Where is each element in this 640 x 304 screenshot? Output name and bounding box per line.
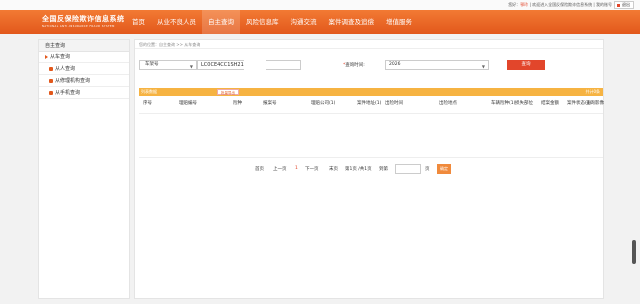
logout-label: 退出 (622, 2, 630, 7)
breadcrumb: 您的位置：自主查询 >> 从车查询 (135, 40, 603, 49)
caret-right-icon (45, 54, 48, 59)
goto-label: 到第 (379, 167, 388, 172)
col-settlement-amount: 结案金额 (541, 101, 559, 106)
search-type-value: 车架号 (145, 62, 159, 67)
result-count: 共计0条 (585, 89, 600, 94)
welcome-text: | 欢迎进入全国反保险欺诈信息系统 | (529, 2, 595, 7)
person-icon (49, 66, 53, 71)
batch-export-button[interactable]: 批量导出 (217, 89, 239, 95)
redaction-mask (244, 56, 266, 74)
chevron-down-icon: ▼ (189, 64, 193, 69)
go-button[interactable]: 确定 (437, 164, 451, 174)
col-vehicle-type: 车辆险种(1) (491, 101, 516, 106)
logo-title: 全国反保险欺诈信息系统 (42, 14, 125, 23)
table-header: 序号 理赔编号 险种 报案号 理赔公司(1) 案件地址(1) 出险时间 出险地点… (139, 96, 604, 114)
logout-icon (617, 3, 620, 7)
nav-item-risk-database[interactable]: 风险信息库 (240, 10, 285, 34)
sidebar-item-label: 从修理机构查询 (55, 78, 91, 84)
prev-page-link[interactable]: 上一页 (273, 166, 287, 172)
greeting-text: 您好： (508, 2, 521, 7)
nav-item-home[interactable]: 首页 (126, 10, 151, 34)
vin-value: LC0CE4CC1SH2159 (201, 62, 251, 68)
sidebar-item-label: 从车查询 (50, 54, 71, 60)
col-case-address: 案件地址(1) (357, 101, 382, 106)
current-page: 1 (295, 166, 298, 171)
sidebar-item-vehicle-query[interactable]: 从车查询 (39, 52, 129, 63)
header: 全国反保险欺诈信息系统 NATIONAL ANTI-INSURANCE FRAU… (0, 10, 640, 34)
wrench-icon (49, 78, 53, 83)
col-claim-no: 理赔编号 (179, 101, 197, 106)
user-info: 您好：鄂玲 | 欢迎进入全国反保险欺诈信息系统 | 我的账号 (508, 2, 612, 8)
logout-button[interactable]: 退出 (614, 1, 634, 9)
result-bar-title: 列表数据 (141, 89, 157, 94)
page-info: 第1页 /共1页 (345, 167, 372, 172)
nav-item-bad-personnel[interactable]: 从业不良人员 (151, 10, 202, 34)
query-button[interactable]: 查询 (507, 60, 545, 70)
col-accident-time: 出险时间 (385, 101, 403, 106)
year-select[interactable]: 2026 ▼ (385, 60, 489, 70)
page-unit-label: 页 (425, 167, 430, 172)
col-loss-part: 损失部位 (515, 101, 533, 106)
vin-input[interactable]: LC0CE4CC1SH2159 (197, 56, 301, 74)
year-value: 2026 (389, 62, 401, 67)
nav-item-communication[interactable]: 沟通交流 (285, 10, 323, 34)
sidebar-item-repair-shop-query[interactable]: 从修理机构查询 (39, 75, 129, 87)
sidebar-item-person-query[interactable]: 从人查询 (39, 63, 129, 75)
chevron-down-icon: ▼ (481, 64, 485, 69)
top-bar: 您好：鄂玲 | 欢迎进入全国反保险欺诈信息系统 | 我的账号 退出 (0, 0, 640, 10)
time-label-text: 查询时间: (345, 63, 365, 68)
nav-item-value-added[interactable]: 增值服务 (380, 10, 418, 34)
next-page-link[interactable]: 下一页 (305, 166, 319, 172)
col-insurance-type: 险种 (233, 101, 242, 106)
time-label: *查询时间: (343, 62, 365, 68)
logo[interactable]: 全国反保险欺诈信息系统 NATIONAL ANTI-INSURANCE FRAU… (42, 14, 125, 28)
nav-item-self-query[interactable]: 自主查询 (202, 10, 240, 34)
first-page-link[interactable]: 首页 (255, 166, 264, 172)
sidebar-title: 自主查询 (39, 40, 129, 52)
col-index: 序号 (143, 101, 152, 106)
main-panel: 您的位置：自主查询 >> 从车查询 车架号 ▼ LC0CE4CC1SH2159 … (134, 39, 604, 299)
sidebar: 自主查询 从车查询 从人查询 从修理机构查询 从手机查询 (38, 39, 130, 299)
sidebar-item-phone-query[interactable]: 从手机查询 (39, 87, 129, 99)
sidebar-item-label: 从手机查询 (55, 90, 81, 96)
nav-item-case-investigation[interactable]: 案件调查及追偿 (323, 10, 381, 34)
my-account-link[interactable]: 我的账号 (596, 2, 612, 7)
col-report-no: 报案号 (263, 101, 277, 106)
phone-icon (49, 90, 53, 95)
col-claim-company: 理赔公司(1) (311, 101, 336, 106)
table-body (139, 114, 603, 158)
page-scrollbar[interactable] (632, 240, 636, 264)
search-type-select[interactable]: 车架号 ▼ (139, 60, 197, 70)
main-nav: 首页 从业不良人员 自主查询 风险信息库 沟通交流 案件调查及追偿 增值服务 (126, 10, 418, 34)
last-page-link[interactable]: 末页 (329, 166, 338, 172)
col-accident-place: 出险地点 (439, 101, 457, 106)
result-bar: 列表数据 批量导出 共计0条 (139, 88, 603, 96)
page-number-input[interactable] (395, 164, 421, 174)
user-name[interactable]: 鄂玲 (520, 2, 528, 7)
logo-subtitle: NATIONAL ANTI-INSURANCE FRAUD SYSTEM (42, 25, 115, 28)
sidebar-item-label: 从人查询 (55, 66, 76, 72)
col-view-image: 查询影像 (586, 101, 604, 106)
